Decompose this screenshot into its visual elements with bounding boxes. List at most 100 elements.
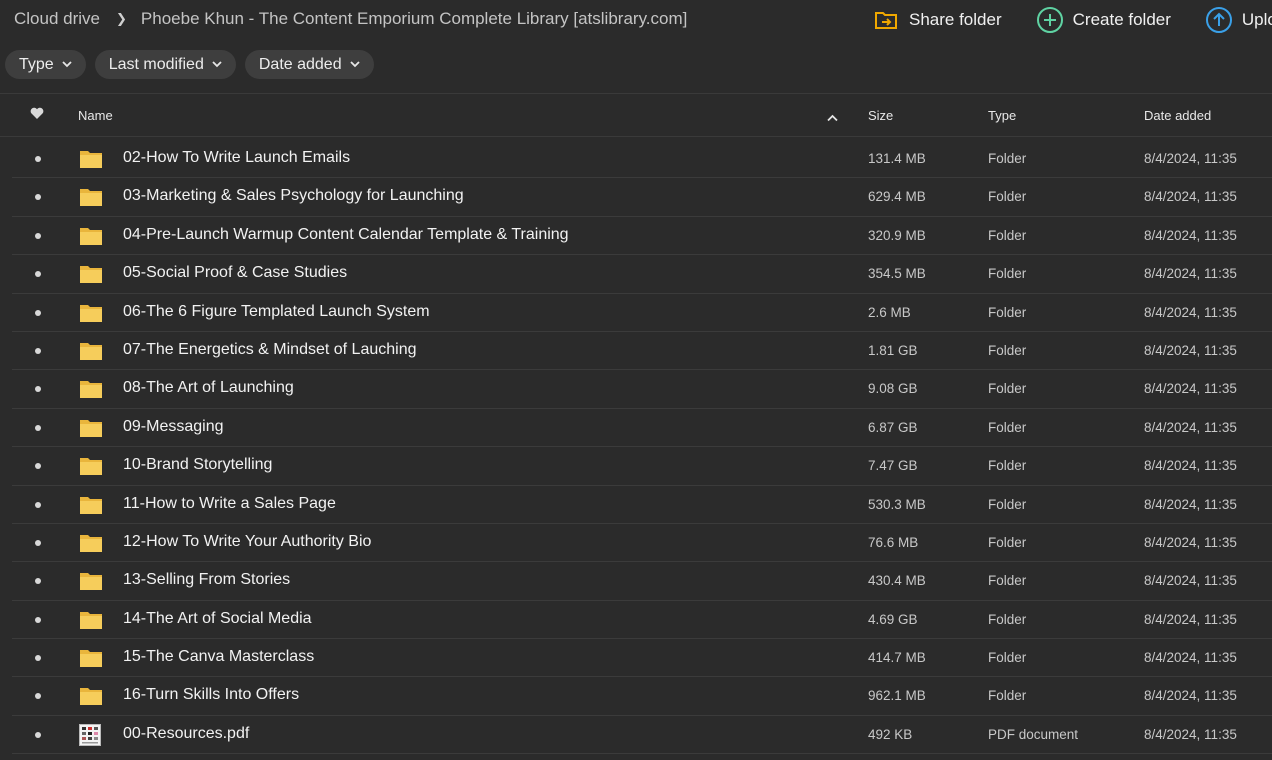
row-status-dot	[35, 271, 41, 278]
row-size: 530.3 MB	[868, 496, 926, 512]
row-name: 04-Pre-Launch Warmup Content Calendar Te…	[123, 225, 569, 243]
file-list: 02-How To Write Launch Emails 131.4 MB F…	[12, 140, 1272, 755]
chevron-down-icon	[212, 61, 222, 68]
row-name: 10-Brand Storytelling	[123, 456, 273, 474]
row-size: 2.6 MB	[868, 304, 911, 320]
row-type: Folder	[988, 151, 1027, 166]
row-status-dot	[35, 194, 41, 201]
table-row[interactable]: 11-How to Write a Sales Page 530.3 MB Fo…	[12, 486, 1272, 524]
table-row[interactable]: 03-Marketing & Sales Psychology for Laun…	[12, 178, 1272, 217]
table-row[interactable]: 05-Social Proof & Case Studies 354.5 MB …	[12, 255, 1272, 294]
table-row[interactable]: 13-Selling From Stories 430.4 MB Folder …	[12, 562, 1272, 601]
date-added-filter-label: Date added	[258, 55, 342, 73]
row-size: 962.1 MB	[868, 688, 926, 704]
type-filter-chip[interactable]: Type	[5, 50, 86, 79]
breadcrumb-current-folder: Phoebe Khun - The Content Emporium Compl…	[140, 9, 688, 28]
table-row[interactable]: 15-The Canva Masterclass 414.7 MB Folder…	[12, 639, 1272, 678]
folder-icon	[79, 263, 103, 285]
folder-icon	[79, 340, 103, 362]
row-date-added: 8/4/2024, 11:35	[1144, 151, 1237, 166]
upload-label: Uplo	[1241, 10, 1272, 29]
row-date-added: 8/4/2024, 11:35	[1144, 266, 1237, 282]
row-size: 76.6 MB	[868, 534, 919, 550]
upload-arrow-icon	[1205, 6, 1233, 34]
row-size: 6.87 GB	[868, 419, 918, 435]
table-row[interactable]: 06-The 6 Figure Templated Launch System …	[12, 294, 1272, 332]
row-type: Folder	[988, 381, 1027, 397]
table-row[interactable]: 14-The Art of Social Media 4.69 GB Folde…	[12, 601, 1272, 640]
chevron-right-icon: ❯	[116, 11, 127, 26]
row-status-dot	[35, 424, 41, 431]
row-status-dot	[35, 731, 41, 738]
row-size: 9.08 GB	[868, 381, 918, 397]
top-bar: Cloud drive ❯ Phoebe Khun - The Content …	[0, 0, 1272, 40]
row-name: 02-How To Write Launch Emails	[123, 149, 351, 166]
row-type: Folder	[988, 304, 1027, 320]
row-status-dot	[35, 655, 41, 662]
share-folder-button[interactable]: Share folder	[872, 6, 1002, 34]
row-status-dot	[35, 578, 41, 585]
column-header-date-added[interactable]: Date added	[1144, 108, 1211, 123]
filter-bar: Type Last modified Date added	[5, 50, 383, 79]
row-size: 1.81 GB	[868, 342, 918, 358]
row-date-added: 8/4/2024, 11:35	[1144, 688, 1237, 704]
row-name: 07-The Energetics & Mindset of Lauching	[123, 340, 417, 358]
table-row[interactable]: 12-How To Write Your Authority Bio 76.6 …	[12, 524, 1272, 563]
pdf-thumbnail-icon	[79, 723, 103, 746]
row-date-added: 8/4/2024, 11:35	[1144, 458, 1237, 474]
row-type: Folder	[988, 458, 1027, 474]
row-status-dot	[35, 539, 41, 546]
row-name: 08-The Art of Launching	[123, 379, 294, 397]
chevron-down-icon	[62, 61, 72, 68]
folder-icon	[79, 609, 103, 631]
column-header-type[interactable]: Type	[988, 108, 1016, 123]
table-row[interactable]: 10-Brand Storytelling 7.47 GB Folder 8/4…	[12, 447, 1272, 486]
last-modified-filter-label: Last modified	[108, 55, 204, 73]
sort-ascending-icon[interactable]	[827, 110, 838, 125]
row-status-dot	[35, 156, 41, 162]
row-type: PDF document	[988, 726, 1079, 742]
table-row[interactable]: 09-Messaging 6.87 GB Folder 8/4/2024, 11…	[12, 409, 1272, 448]
breadcrumb-cloud-drive[interactable]: Cloud drive	[14, 9, 100, 29]
date-added-filter-chip[interactable]: Date added	[244, 50, 374, 79]
row-date-added: 8/4/2024, 11:35	[1144, 381, 1237, 397]
table-row[interactable]: 00-Resources.pdf 492 KB PDF document 8/4…	[12, 716, 1272, 755]
row-type: Folder	[988, 573, 1027, 589]
row-size: 131.4 MB	[868, 151, 926, 166]
row-date-added: 8/4/2024, 11:35	[1144, 726, 1237, 742]
folder-icon	[79, 186, 103, 208]
row-type: Folder	[988, 534, 1027, 550]
share-folder-icon	[872, 6, 900, 34]
row-name: 09-Messaging	[123, 417, 224, 435]
table-row[interactable]: 02-How To Write Launch Emails 131.4 MB F…	[12, 140, 1272, 179]
last-modified-filter-chip[interactable]: Last modified	[94, 50, 236, 79]
folder-icon	[79, 494, 103, 516]
favourite-heart-icon[interactable]	[30, 107, 44, 123]
row-date-added: 8/4/2024, 11:35	[1144, 573, 1237, 589]
row-date-added: 8/4/2024, 11:35	[1144, 496, 1237, 512]
folder-icon	[79, 685, 103, 707]
row-status-dot	[35, 616, 41, 623]
create-folder-button[interactable]: Create folder	[1036, 6, 1171, 34]
type-filter-label: Type	[19, 55, 54, 73]
row-name: 12-How To Write Your Authority Bio	[123, 532, 372, 550]
row-status-dot	[35, 232, 41, 239]
upload-button[interactable]: Uplo	[1205, 6, 1272, 34]
plus-circle-icon	[1036, 6, 1064, 34]
table-row[interactable]: 16-Turn Skills Into Offers 962.1 MB Fold…	[12, 677, 1272, 716]
table-row[interactable]: 08-The Art of Launching 9.08 GB Folder 8…	[12, 370, 1272, 409]
row-name: 15-The Canva Masterclass	[123, 648, 315, 666]
row-name: 06-The 6 Figure Templated Launch System	[123, 302, 430, 320]
row-date-added: 8/4/2024, 11:35	[1144, 227, 1237, 243]
table-row[interactable]: 04-Pre-Launch Warmup Content Calendar Te…	[12, 217, 1272, 256]
row-date-added: 8/4/2024, 11:35	[1144, 189, 1237, 205]
breadcrumb: Cloud drive ❯ Phoebe Khun - The Content …	[14, 9, 687, 29]
column-header-name[interactable]: Name	[78, 108, 113, 123]
row-size: 7.47 GB	[868, 458, 918, 474]
column-header-size[interactable]: Size	[868, 108, 893, 123]
row-date-added: 8/4/2024, 11:35	[1144, 342, 1237, 358]
row-size: 354.5 MB	[868, 266, 926, 282]
row-name: 05-Social Proof & Case Studies	[123, 264, 348, 282]
row-size: 320.9 MB	[868, 227, 926, 243]
table-row[interactable]: 07-The Energetics & Mindset of Lauching …	[12, 332, 1272, 371]
